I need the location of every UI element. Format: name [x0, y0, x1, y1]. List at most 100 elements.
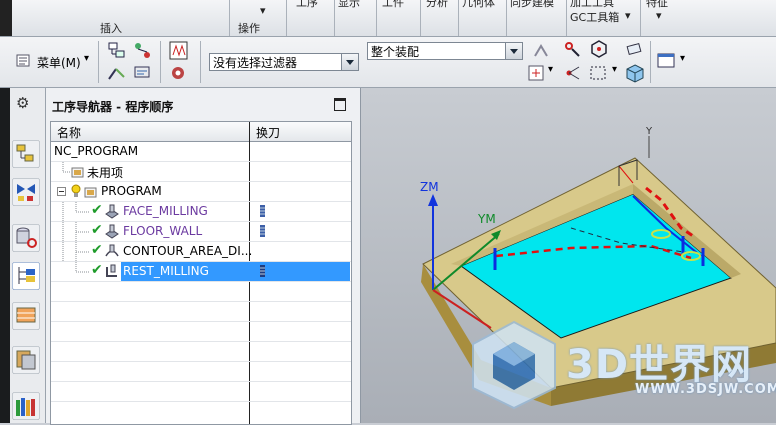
ribbon-separator [640, 0, 641, 36]
chevron-down-icon[interactable]: ▾ [680, 53, 685, 64]
ribbon-tab-operation[interactable]: 工序 [296, 0, 330, 36]
column-header-tool-change[interactable]: 换刀 [256, 124, 280, 141]
settings-gear-icon[interactable]: ⚙ [16, 94, 29, 112]
ribbon-separator [420, 0, 421, 36]
menu-button[interactable]: 菜单(M) ▾ [16, 52, 94, 72]
toolbar-separator [160, 41, 161, 83]
snap-point-icon[interactable] [530, 41, 552, 61]
chevron-down-icon[interactable] [341, 54, 358, 70]
floor-wall-operation-icon [105, 224, 119, 239]
toolbar-separator [650, 41, 651, 83]
assembly-navigator-icon[interactable] [12, 140, 40, 168]
folder-icon [71, 167, 84, 178]
chevron-down-icon: ▾ [656, 9, 662, 22]
ribbon-tab-geometry-label: 几何体 [462, 0, 495, 9]
method-view-icon[interactable] [132, 63, 154, 83]
ribbon-tab-geometry[interactable]: 几何体 [462, 0, 502, 36]
cube-view-icon[interactable] [624, 63, 646, 83]
collapse-icon[interactable] [57, 187, 67, 197]
insert-label: 插入 [100, 22, 122, 35]
tree-row-contour-area[interactable]: ✔ CONTOUR_AREA_DI... [51, 242, 351, 261]
tree-row-face-milling[interactable]: ✔ FACE_MILLING [51, 202, 351, 221]
tree-row-program[interactable]: PROGRAM [51, 182, 351, 201]
ribbon-separator [458, 0, 459, 36]
tree-row-label: 未用项 [87, 166, 124, 180]
move-handle-icon[interactable] [562, 39, 584, 59]
column-header-name[interactable]: 名称 [57, 124, 81, 141]
graphics-viewport[interactable]: ZM YM Y 3D世界网 WWW.3DSJW.COM [361, 88, 776, 423]
ribbon-tab-sync-modeling-label: 同步建模 [510, 0, 554, 9]
eraser-icon[interactable] [624, 39, 646, 59]
desktop-edge [0, 88, 10, 423]
selection-filter-value: 没有选择过滤器 [213, 56, 298, 70]
selection-filter-dropdown[interactable]: 没有选择过滤器 [209, 53, 359, 71]
tree-branch-line [62, 242, 89, 261]
rest-milling-operation-icon [106, 264, 117, 277]
toolbar-separator [200, 41, 201, 83]
hexagon-select-icon[interactable] [588, 39, 610, 59]
reuse-library-icon[interactable] [12, 346, 40, 374]
ribbon-tab-sync-modeling[interactable]: 同步建模 [510, 0, 566, 36]
row-divider [51, 281, 351, 282]
tree-row-label: PROGRAM [101, 184, 162, 198]
checkmark-icon: ✔ [91, 242, 103, 258]
part-navigator-icon[interactable] [12, 224, 40, 252]
menu-icon [16, 54, 30, 67]
ribbon-group-operate[interactable]: 操作 ▾ [232, 0, 282, 36]
maximize-icon[interactable] [334, 98, 346, 111]
transform-icon[interactable] [562, 63, 584, 83]
toolbar: 菜单(M) ▾ 没有选择过滤器 整个装配 ▾ ▾ ▾ [0, 37, 776, 88]
ribbon-tab-analysis[interactable]: 分析 [426, 0, 460, 36]
ribbon-tab-workpiece[interactable]: 工件 [382, 0, 416, 36]
tree-row-rest-milling[interactable]: ✔ REST_MILLING [51, 262, 351, 281]
constraint-navigator-icon[interactable] [12, 178, 40, 206]
point-snap-icon[interactable] [526, 63, 548, 83]
face-milling-operation-icon [105, 204, 119, 219]
generate-toolpath-icon[interactable] [168, 41, 190, 61]
chevron-down-icon[interactable] [505, 43, 522, 59]
ribbon-separator [506, 0, 507, 36]
assembly-scope-value: 整个装配 [371, 45, 420, 59]
tree-row-label: FLOOR_WALL [123, 224, 203, 238]
box-select-icon[interactable] [588, 63, 610, 83]
dark-corner [0, 0, 12, 36]
operation-tree[interactable]: 名称 换刀 NC_PROGRAM 未用项 PROGRAM ✔ FACE_MILL… [50, 121, 352, 425]
row-divider [51, 361, 351, 362]
ribbon-tab-display[interactable]: 显示 [338, 0, 372, 36]
ribbon-separator [229, 0, 230, 36]
ribbon-tab-analysis-label: 分析 [426, 0, 448, 9]
tool-change-icon [260, 225, 265, 237]
ribbon-tab-feature[interactable]: 特征 ▾ [646, 0, 676, 36]
assembly-scope-dropdown[interactable]: 整个装配 [367, 42, 523, 60]
tree-row-unused-items[interactable]: 未用项 [51, 162, 351, 181]
machine-tool-view-icon[interactable] [132, 41, 154, 61]
chevron-down-icon[interactable]: ▾ [612, 64, 617, 75]
history-books-icon[interactable] [12, 392, 40, 420]
column-header: 名称 换刀 [51, 122, 351, 142]
window-view-icon[interactable] [656, 51, 678, 71]
geometry-view-icon[interactable] [106, 63, 128, 83]
tree-row-label: NC_PROGRAM [54, 144, 139, 158]
axis-label-zm: ZM [420, 180, 439, 194]
ribbon-tab-display-label: 显示 [338, 0, 360, 9]
tool-change-icon [260, 265, 265, 277]
program-order-view-icon[interactable] [106, 41, 128, 61]
chevron-down-icon[interactable]: ▾ [548, 64, 553, 75]
checkmark-icon: ✔ [91, 202, 103, 218]
tree-branch-line [62, 222, 89, 241]
ribbon-tab-operation-label: 工序 [296, 0, 318, 9]
row-divider [51, 341, 351, 342]
ribbon-group-insert[interactable]: 插入 [90, 0, 140, 36]
ribbon-tab-workpiece-label: 工件 [382, 0, 404, 9]
menu-label: 菜单(M) [37, 56, 81, 70]
contour-area-operation-icon [105, 244, 119, 257]
ribbon-tab-machining-tools[interactable]: 加工工具 GC工具箱 ▾ [570, 0, 632, 36]
tree-row-floor-wall[interactable]: ✔ FLOOR_WALL [51, 222, 351, 241]
verify-toolpath-icon[interactable] [168, 63, 190, 83]
operation-navigator-icon[interactable] [12, 262, 40, 290]
lightbulb-icon [71, 184, 81, 197]
operation-navigator-panel: 工序导航器 - 程序顺序 名称 换刀 NC_PROGRAM 未用项 PROGRA… [46, 88, 361, 425]
tree-row-nc-program[interactable]: NC_PROGRAM [51, 142, 351, 161]
chevron-down-icon: ▾ [84, 53, 90, 64]
machine-navigator-icon[interactable] [12, 302, 40, 330]
